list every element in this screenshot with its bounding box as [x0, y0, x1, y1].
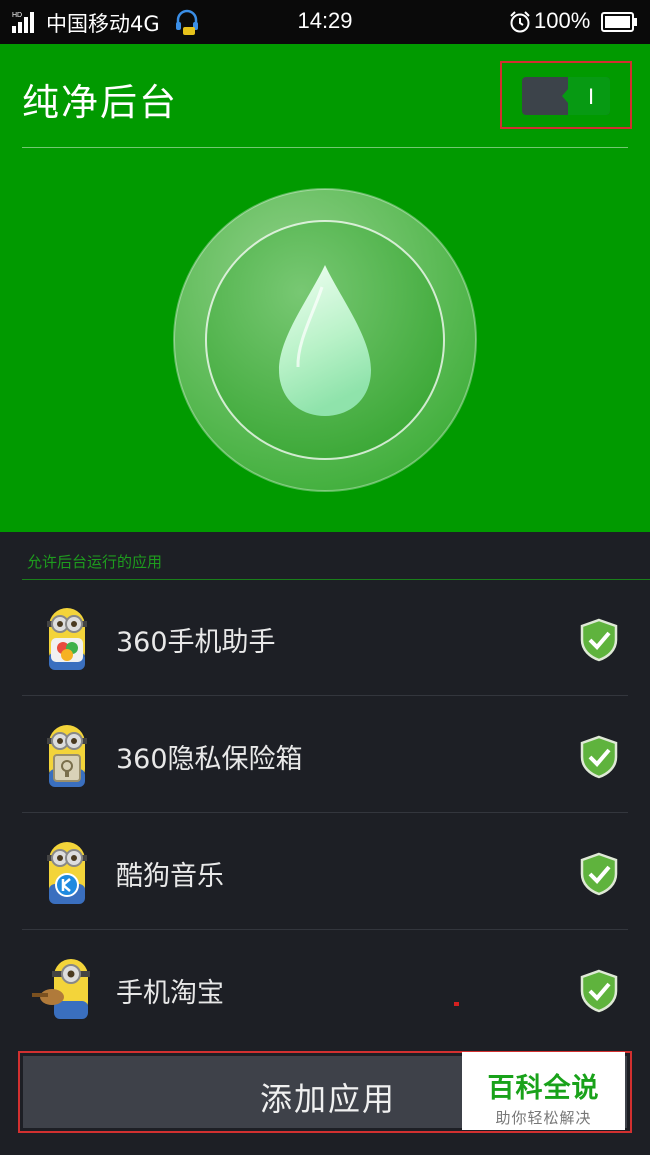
- header-divider: [22, 147, 628, 148]
- minion-avatar-icon: [47, 842, 87, 904]
- list-item[interactable]: 360手机助手: [0, 580, 650, 696]
- pure-background-toggle[interactable]: I: [522, 77, 610, 115]
- row-divider: [22, 929, 628, 930]
- app-name: 360手机助手: [116, 627, 276, 658]
- list-item[interactable]: 360隐私保险箱: [0, 697, 650, 813]
- app-name: 手机淘宝: [116, 978, 224, 1009]
- minion-avatar-icon: [47, 725, 87, 787]
- toggle-highlight: I: [500, 61, 632, 129]
- list-item[interactable]: 手机淘宝: [0, 931, 650, 1047]
- battery-percent: 100%: [534, 8, 591, 33]
- page-title: 纯净后台: [22, 81, 178, 124]
- row-divider: [22, 695, 628, 696]
- list-item[interactable]: 酷狗音乐: [0, 814, 650, 930]
- status-bar: HD 中国移动4G 14:29 100%: [0, 0, 650, 44]
- shield-check-icon: [580, 969, 618, 1013]
- minion-avatar-icon: [47, 608, 87, 670]
- svg-text:I: I: [588, 84, 594, 109]
- minion-avatar-icon: [32, 959, 90, 1019]
- app-name: 360隐私保险箱: [116, 744, 303, 775]
- shield-check-icon: [580, 618, 618, 662]
- watermark-subtitle: 助你轻松解决: [495, 1109, 592, 1127]
- shield-check-icon: [580, 735, 618, 779]
- watermark: 百科全说 助你轻松解决: [462, 1052, 625, 1130]
- shield-check-icon: [580, 852, 618, 896]
- section-label: 允许后台运行的应用: [27, 553, 163, 571]
- water-drop-icon: [173, 188, 477, 492]
- watermark-title: 百科全说: [487, 1073, 600, 1104]
- alarm-icon: [510, 11, 530, 33]
- row-divider: [22, 812, 628, 813]
- battery-icon: [601, 12, 637, 32]
- hero-panel: 纯净后台 I: [0, 44, 650, 532]
- marker-dot: [454, 1002, 459, 1006]
- app-name: 酷狗音乐: [116, 861, 224, 892]
